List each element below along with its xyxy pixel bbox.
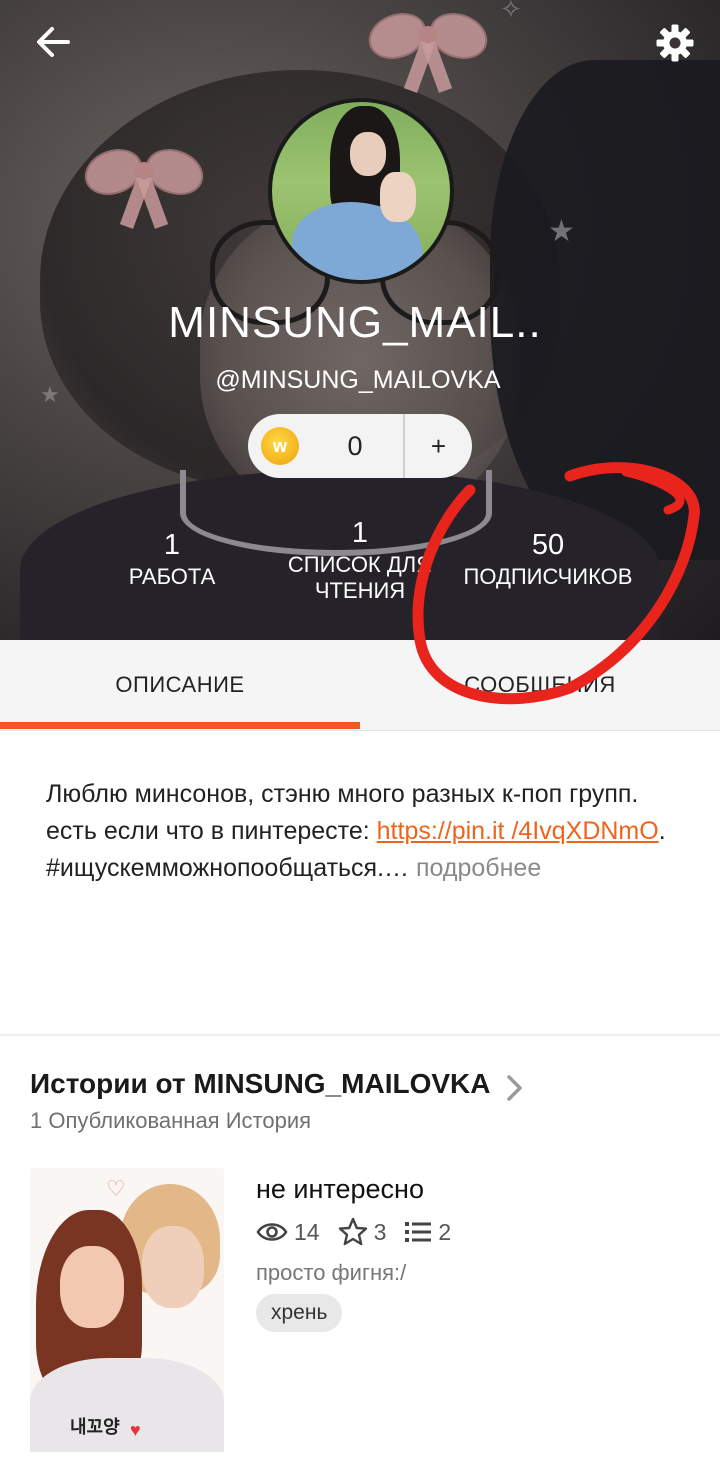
story-tag[interactable]: хрень	[256, 1294, 343, 1332]
stories-section-title[interactable]: Истории от MINSUNG_MAILOVKA	[30, 1068, 490, 1100]
works-label: РАБОТА	[128, 564, 216, 589]
tab-description[interactable]: ОПИСАНИЕ	[0, 640, 360, 730]
active-tab-indicator	[0, 722, 360, 729]
section-divider	[0, 1034, 720, 1036]
profile-avatar[interactable]	[268, 98, 454, 284]
profile-username: @MINSUNG_MAILOVKA	[215, 366, 501, 394]
story-blurb: просто фигня:/	[256, 1260, 407, 1285]
profile-tabs: ОПИСАНИЕ СООБЩЕНИЯ	[0, 640, 720, 731]
coin-balance-pill: w 0 +	[248, 414, 472, 478]
eye-icon	[256, 1223, 288, 1241]
bow-decoration	[78, 140, 210, 229]
star-decoration: ★	[548, 215, 575, 248]
reading-lists-label-line1: СПИСОК ДЛЯ	[287, 552, 433, 577]
profile-display-name: MINSUNG_MAIL..	[168, 298, 542, 347]
reading-lists-count: 1	[351, 517, 369, 549]
profile-description: Люблю минсонов, стэню много разных к-поп…	[46, 776, 686, 887]
star-decoration: ✧	[500, 0, 522, 24]
description-line: #ищускемможнопообщаться.… подробнее	[46, 854, 542, 882]
stat-works[interactable]: 1 РАБОТА	[112, 528, 232, 590]
settings-button[interactable]	[650, 18, 700, 68]
chevron-right-icon[interactable]	[504, 1070, 526, 1106]
back-button[interactable]	[28, 20, 78, 64]
profile-header: ★ ★ ✧ MINSUNG_MAIL.. @MINSUNG_MAILOVKA w…	[0, 0, 720, 640]
followers-count: 50	[531, 529, 565, 561]
list-icon	[405, 1222, 432, 1242]
stories-count-subtitle: 1 Опубликованная История	[30, 1108, 312, 1133]
followers-label: ПОДПИСЧИКОВ	[463, 564, 633, 589]
pinterest-link[interactable]: https://pin.it /4IvqXDNmO	[377, 817, 659, 845]
parts-count: 2	[438, 1218, 452, 1245]
tab-messages[interactable]: СООБЩЕНИЯ	[360, 640, 720, 730]
works-count: 1	[163, 529, 181, 561]
votes-count: 3	[373, 1218, 387, 1245]
w-coin-icon: w	[261, 427, 299, 465]
stat-reading-lists[interactable]: 1 СПИСОК ДЛЯ ЧТЕНИЯ	[270, 516, 450, 604]
description-line: Люблю минсонов, стэню много разных к-поп…	[46, 780, 639, 808]
read-more-link[interactable]: подробнее	[416, 854, 541, 882]
coin-count: 0	[347, 430, 363, 461]
add-coins-button[interactable]: +	[405, 431, 472, 462]
star-icon	[338, 1217, 367, 1246]
story-parts: 2	[404, 1219, 451, 1246]
bow-decoration	[362, 4, 494, 93]
profile-screen: ★ ★ ✧ MINSUNG_MAIL.. @MINSUNG_MAILOVKA w…	[0, 0, 720, 1466]
description-line: есть если что в пинтересте: https://pin.…	[46, 817, 666, 845]
stat-followers[interactable]: 50 ПОДПИСЧИКОВ	[448, 528, 648, 590]
story-stats: 14 3 2	[256, 1214, 469, 1250]
story-cover-image[interactable]: 내꼬양 ♥ ♡	[30, 1168, 224, 1452]
story-title[interactable]: не интересно	[256, 1174, 424, 1205]
gear-icon	[656, 24, 694, 62]
arrow-left-icon	[37, 27, 70, 57]
story-views: 14	[256, 1219, 320, 1246]
reading-lists-label-line2: ЧТЕНИЯ	[314, 578, 406, 603]
views-count: 14	[294, 1218, 320, 1245]
story-votes: 3	[338, 1217, 387, 1247]
